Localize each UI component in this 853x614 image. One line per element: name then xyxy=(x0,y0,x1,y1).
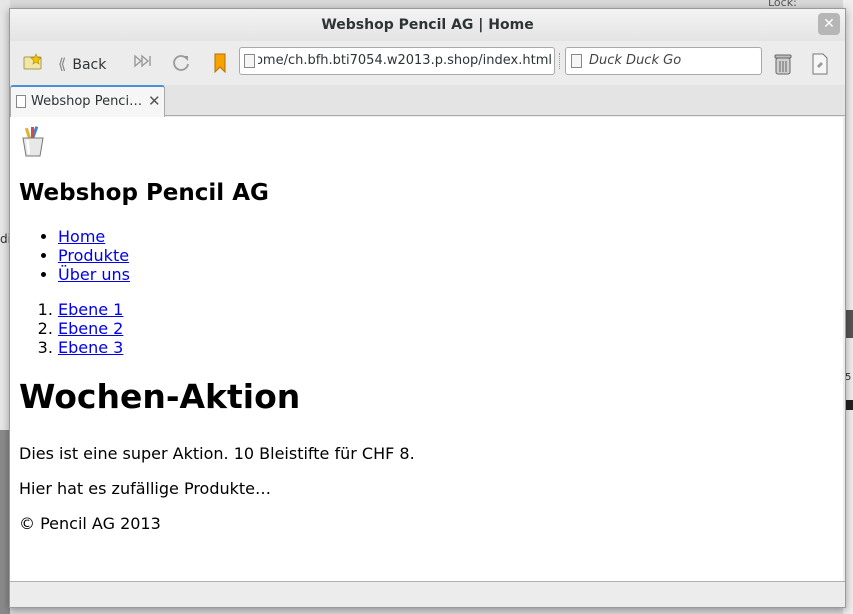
search-bar[interactable]: Duck Duck Go xyxy=(565,47,762,75)
bookmarks-icon[interactable] xyxy=(22,53,44,75)
nav-item-ueber-uns: Über uns xyxy=(58,265,130,284)
window-close-button[interactable]: ✕ xyxy=(818,13,840,35)
level-link-2[interactable]: Ebene 2 xyxy=(58,319,123,338)
back-arrow-icon: ⟪ xyxy=(58,55,67,73)
forward-icon[interactable] xyxy=(132,53,154,75)
promo-heading: Wochen-Aktion xyxy=(19,377,301,416)
address-bar[interactable]: file:///home/ch.bfh.bti7054.w2013.p.shop… xyxy=(239,47,555,75)
level-item-1: Ebene 1 xyxy=(58,300,123,319)
footer-copyright: © Pencil AG 2013 xyxy=(19,514,161,533)
back-label: Back xyxy=(72,57,107,73)
nav-link-ueber-uns[interactable]: Über uns xyxy=(58,265,130,284)
search-placeholder[interactable]: Duck Duck Go xyxy=(589,53,681,68)
page-content: Webshop Pencil AG Home Produkte Über uns… xyxy=(10,117,843,581)
random-products-text: Hier hat es zufällige Produkte… xyxy=(19,479,272,498)
reload-icon[interactable] xyxy=(170,53,192,75)
bookmark-add-icon[interactable] xyxy=(210,53,230,75)
status-bar xyxy=(10,581,845,607)
page-menu-icon[interactable] xyxy=(809,53,831,75)
tab-label: Webshop Penci… xyxy=(31,94,143,109)
nav-link-home[interactable]: Home xyxy=(58,227,105,246)
nav-item-home: Home xyxy=(58,227,130,246)
level-navigation: Ebene 1 Ebene 2 Ebene 3 xyxy=(19,300,123,357)
tab-page-icon xyxy=(16,95,26,108)
search-engine-icon xyxy=(571,54,582,68)
back-button[interactable]: ⟪ Back xyxy=(58,53,106,75)
window-title: Webshop Pencil AG | Home xyxy=(321,17,534,33)
nav-item-produkte: Produkte xyxy=(58,246,130,265)
pencil-cup-logo-icon xyxy=(20,125,46,157)
site-title: Webshop Pencil AG xyxy=(19,180,269,206)
nav-link-produkte[interactable]: Produkte xyxy=(58,246,129,265)
tab-close-icon[interactable]: ✕ xyxy=(148,92,161,110)
level-item-3: Ebene 3 xyxy=(58,338,123,357)
url-text[interactable]: file:///home/ch.bfh.bti7054.w2013.p.shop… xyxy=(258,53,552,68)
level-link-3[interactable]: Ebene 3 xyxy=(58,338,123,357)
promo-text: Dies ist eine super Aktion. 10 Bleistift… xyxy=(19,444,415,463)
page-icon xyxy=(244,54,255,68)
main-navigation: Home Produkte Über uns xyxy=(19,227,130,284)
toolbar-separator xyxy=(559,53,563,69)
tab-webshop[interactable]: Webshop Penci… ✕ xyxy=(10,85,165,117)
title-bar[interactable]: Webshop Pencil AG | Home ✕ xyxy=(10,9,845,41)
level-link-1[interactable]: Ebene 1 xyxy=(58,300,123,319)
level-item-2: Ebene 2 xyxy=(58,319,123,338)
browser-window: Webshop Pencil AG | Home ✕ ⟪ Back ome/ch… xyxy=(9,8,846,608)
trash-icon[interactable] xyxy=(772,53,794,75)
